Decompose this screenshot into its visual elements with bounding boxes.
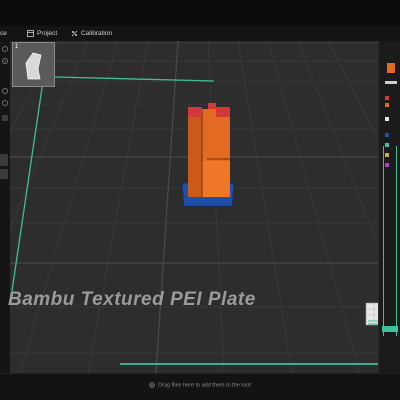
3d-viewport[interactable] <box>10 41 400 373</box>
right-sidebar <box>378 41 400 373</box>
tab-calibration[interactable]: Calibration <box>71 28 112 39</box>
model-body-shadow <box>188 109 202 197</box>
model-top-notch <box>208 103 216 109</box>
tab-calibration-label: Calibration <box>81 30 113 37</box>
layer-slider-track[interactable] <box>383 146 397 336</box>
filament-icon[interactable] <box>1 57 9 65</box>
app-window: ce Project Calibration 1 Bambu Textured … <box>0 0 400 400</box>
object-list-toggle-2[interactable] <box>0 169 8 179</box>
model-top-red-left <box>188 107 202 117</box>
model-base-rim <box>188 197 230 201</box>
plate-edge-left <box>11 80 44 292</box>
build-plate-label: Bambu Textured PEI Plate <box>8 289 256 310</box>
model-object[interactable] <box>181 103 235 207</box>
color-swatch-blue[interactable] <box>385 133 389 137</box>
status-bar: Drag files here to add them to the root <box>0 373 400 400</box>
plate-grid <box>10 41 400 373</box>
plate-grid-major <box>10 41 400 373</box>
settings-icon[interactable] <box>1 99 9 107</box>
plate-edge-top <box>54 76 215 82</box>
sidebar-divider <box>385 81 397 84</box>
plate-thumbnail[interactable]: 1 <box>12 42 55 87</box>
slice-marker-m[interactable] <box>387 63 395 73</box>
list-icon[interactable] <box>1 114 9 122</box>
edit-icon[interactable] <box>1 87 9 95</box>
tab-prepare[interactable]: ce <box>0 28 7 39</box>
drop-hint: Drag files here to add them to the root <box>0 382 400 388</box>
model-top-red-right <box>216 107 230 117</box>
add-circle-icon <box>149 382 155 388</box>
color-swatch-orange[interactable] <box>385 103 389 107</box>
model-body-highlight <box>202 161 230 197</box>
plate-thumbnail-number: 1 <box>15 44 19 50</box>
build-plate-scene <box>10 41 400 373</box>
color-swatch-red[interactable] <box>385 96 389 100</box>
gear-icon[interactable] <box>1 45 9 53</box>
project-icon <box>27 30 34 37</box>
thumbnail-model-preview <box>25 52 42 80</box>
title-bar <box>0 0 400 26</box>
tab-project-label: Project <box>37 30 58 37</box>
tab-project[interactable]: Project <box>27 28 57 39</box>
tab-bar: ce Project Calibration <box>0 26 400 42</box>
drop-hint-text: Drag files here to add them to the root <box>158 382 251 389</box>
object-list-toggle[interactable] <box>0 154 8 166</box>
color-swatch-white[interactable] <box>385 117 389 121</box>
tab-prepare-label: ce <box>0 30 7 37</box>
layer-slider-handle[interactable] <box>382 326 398 332</box>
calibration-icon <box>71 30 78 37</box>
